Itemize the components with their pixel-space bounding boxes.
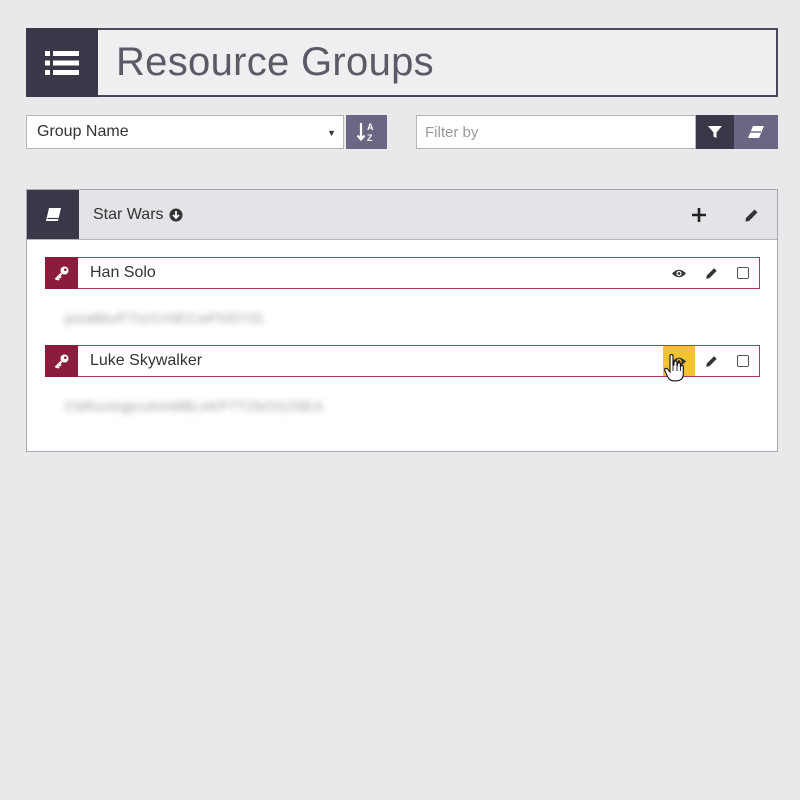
eye-icon (672, 357, 686, 365)
svg-text:A: A (367, 122, 374, 132)
edit-resource-button[interactable] (695, 258, 727, 288)
resource-secret: CbRuvtnjpcuhmMBLeKP7TZbOGZ8EA (65, 398, 324, 414)
caret-down-icon: ▼ (327, 128, 336, 138)
eye-icon (672, 269, 686, 277)
resource-item: Han Solo (45, 257, 760, 289)
resource-item: Luke Skywalker (45, 345, 760, 377)
key-icon (45, 257, 78, 289)
sort-alpha-icon: A Z (356, 122, 374, 143)
group-panel: Star Wars Han Solo psiaBkvP7UrCrNECwFhl5… (26, 189, 778, 452)
filter-placeholder: Filter by (425, 123, 479, 141)
pencil-icon (745, 209, 757, 221)
checkbox-icon (737, 355, 749, 367)
resource-secret: psiaBkvP7UrCrNECwFhl5YIG (65, 310, 264, 326)
filter-button[interactable] (696, 115, 734, 149)
group-name: Star Wars (93, 205, 164, 223)
resource-actions (663, 258, 759, 288)
resource-name: Luke Skywalker (90, 352, 203, 369)
resource-row[interactable]: Han Solo (78, 257, 760, 289)
eraser-icon (748, 126, 764, 138)
resource-actions (663, 346, 759, 376)
checkbox-icon (737, 267, 749, 279)
download-circle-icon[interactable] (169, 208, 183, 222)
page-header: Resource Groups (26, 28, 778, 97)
view-button[interactable] (663, 258, 695, 288)
group-header: Star Wars (27, 190, 777, 240)
list-icon (26, 28, 98, 97)
book-icon (27, 190, 79, 239)
group-title[interactable]: Star Wars (93, 206, 183, 224)
sort-select-value: Group Name (37, 123, 129, 140)
pencil-icon (705, 355, 717, 367)
page-title: Resource Groups (116, 40, 434, 84)
pencil-icon (705, 267, 717, 279)
resource-name: Han Solo (90, 264, 156, 281)
sort-select[interactable]: Group Name ▼ (26, 115, 344, 149)
edit-group-button[interactable] (739, 203, 763, 227)
edit-resource-button[interactable] (695, 346, 727, 376)
sort-button[interactable]: A Z (346, 115, 387, 149)
resource-row[interactable]: Luke Skywalker (78, 345, 760, 377)
funnel-icon (708, 126, 722, 138)
clear-filter-button[interactable] (734, 115, 778, 149)
select-checkbox[interactable] (727, 258, 759, 288)
resource-groups-page: Resource Groups Group Name ▼ A Z Filter … (0, 0, 800, 800)
toolbar: Group Name ▼ A Z Filter by (26, 115, 778, 149)
plus-icon (692, 208, 706, 222)
filter-input[interactable]: Filter by (416, 115, 696, 149)
page-title-box: Resource Groups (98, 28, 778, 97)
svg-text:Z: Z (367, 133, 373, 143)
view-button[interactable] (663, 346, 695, 376)
select-checkbox[interactable] (727, 346, 759, 376)
key-icon (45, 345, 78, 377)
add-resource-button[interactable] (687, 203, 711, 227)
